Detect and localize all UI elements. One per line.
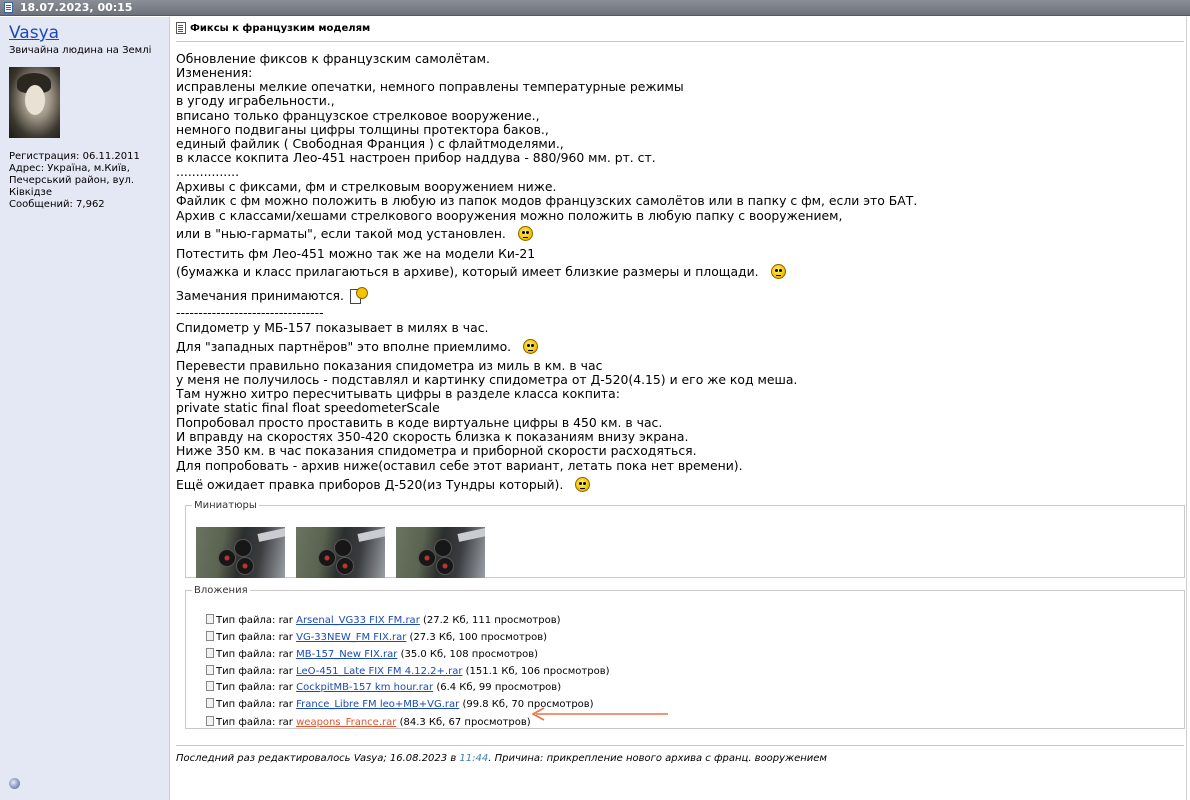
post-line: (бумажка и класс прилагаються в архиве),… bbox=[176, 264, 786, 279]
smiley-icon bbox=[575, 477, 591, 492]
post-line: в классе кокпита Лео-451 настроен прибор… bbox=[176, 150, 656, 165]
file-type-icon bbox=[206, 665, 214, 675]
post-line: Для попробовать - архив ниже(оставил себ… bbox=[176, 458, 743, 473]
user-info-registration: Регистрация: 06.11.2011 bbox=[9, 151, 140, 162]
post-line: или в "нью-гарматы", если такой мод уста… bbox=[176, 226, 533, 241]
attachment-link[interactable]: LeO-451_Late FIX FM 4.12.2+.rar bbox=[296, 666, 462, 677]
post-line: ................ bbox=[176, 164, 240, 179]
user-title: Звичайна людина на Землі bbox=[9, 45, 152, 56]
attachment-link[interactable]: CockpitMB-157 km hour.rar bbox=[296, 682, 433, 693]
file-type-icon bbox=[206, 716, 214, 726]
post-header: 18.07.2023, 00:15 bbox=[0, 0, 1190, 16]
post-line: Ниже 350 км. в час показания спидометра … bbox=[176, 443, 697, 458]
post-line: в угоду играбельности., bbox=[176, 93, 335, 108]
post-line-text: Замечания принимаются. bbox=[176, 288, 344, 303]
post-date: 18.07.2023, 00:15 bbox=[19, 1, 133, 14]
user-info-posts: Сообщений: 7,962 bbox=[9, 199, 105, 210]
user-sidebar: Vasya Звичайна людина на Землі Регистрац… bbox=[0, 17, 170, 800]
file-type-icon bbox=[206, 631, 214, 641]
divider bbox=[176, 41, 1184, 42]
file-type-icon bbox=[206, 648, 214, 658]
file-type-icon bbox=[206, 681, 214, 691]
user-info-address-2: Печерський район, вул. bbox=[9, 175, 135, 186]
attachments-box: Вложения Тип файла: rar Arsenal_VG33 FIX… bbox=[185, 585, 1185, 729]
smiley-icon bbox=[770, 264, 786, 279]
post-line: --------------------------------- bbox=[176, 305, 324, 320]
thumbnail-image[interactable] bbox=[396, 527, 485, 578]
username-link[interactable]: Vasya bbox=[9, 23, 59, 43]
user-info: Регистрация: 06.11.2011 Адрес: Україна, … bbox=[9, 151, 159, 211]
post-line: Файлик с фм можно положить в любую из па… bbox=[176, 193, 918, 208]
attachment-row: Тип файла: rar weapons_France.rar (84.3 … bbox=[206, 716, 531, 730]
edit-note: Последний раз редактировалось Vasya; 16.… bbox=[176, 753, 827, 764]
attachment-link[interactable]: MB-157_New FIX.rar bbox=[296, 649, 397, 660]
user-info-address: Адрес: Україна, м.Київ, bbox=[9, 163, 130, 174]
post-line: Ещё ожидает правка приборов Д-520(из Тун… bbox=[176, 477, 591, 492]
attachment-row: Тип файла: rar VG-33NEW_FM FIX.rar (27.3… bbox=[206, 631, 547, 645]
post-line-text: Ещё ожидает правка приборов Д-520(из Тун… bbox=[176, 477, 564, 492]
post-line: Замечания принимаются. bbox=[176, 287, 368, 307]
attachment-link[interactable]: France_Libre FM leo+MB+VG.rar bbox=[296, 699, 459, 710]
page-border bbox=[1186, 17, 1190, 800]
notepad-smiley-icon bbox=[349, 287, 368, 307]
attachment-link[interactable]: VG-33NEW_FM FIX.rar bbox=[296, 632, 406, 643]
post-line: private static final float speedometerSc… bbox=[176, 400, 440, 415]
attachment-link[interactable]: Arsenal_VG33 FIX FM.rar bbox=[296, 615, 420, 626]
post-icon bbox=[4, 2, 13, 13]
post-line: Потестить фм Лео-451 можно так же на мод… bbox=[176, 246, 536, 261]
divider bbox=[176, 745, 1184, 746]
user-info-address-3: Ківкідзе bbox=[9, 187, 52, 198]
post-line-text: Для "западных партнёров" это вполне прие… bbox=[176, 339, 512, 354]
file-type-icon bbox=[206, 614, 214, 624]
online-status-icon bbox=[9, 778, 20, 789]
thumbnails-legend: Миниатюры bbox=[194, 500, 257, 511]
thumbnails-box: Миниатюры bbox=[185, 500, 1185, 578]
post-line: Архив с классами/хешами стрелкового воор… bbox=[176, 208, 843, 223]
file-type-icon bbox=[206, 698, 214, 708]
thumbnail-image[interactable] bbox=[296, 527, 385, 578]
attachment-row: Тип файла: rar MB-157_New FIX.rar (35.0 … bbox=[206, 648, 538, 662]
highlight-arrow-icon bbox=[531, 707, 668, 721]
attachments-legend: Вложения bbox=[194, 585, 248, 596]
thumbnail-image[interactable] bbox=[196, 527, 285, 578]
attachment-row: Тип файла: rar CockpitMB-157 km hour.rar… bbox=[206, 681, 561, 695]
attachment-row: Тип файла: rar LeO-451_Late FIX FM 4.12.… bbox=[206, 665, 610, 679]
post-title: Фиксы к французким моделям bbox=[176, 22, 370, 34]
smiley-icon bbox=[517, 226, 533, 241]
post-line: Спидометр у МБ-157 показывает в милях в … bbox=[176, 320, 489, 335]
attachment-row: Тип файла: rar Arsenal_VG33 FIX FM.rar (… bbox=[206, 614, 561, 628]
post-title-text: Фиксы к французким моделям bbox=[190, 23, 371, 34]
smiley-icon bbox=[523, 339, 539, 354]
avatar[interactable] bbox=[9, 67, 60, 138]
attachment-link-highlighted[interactable]: weapons_France.rar bbox=[296, 717, 396, 728]
post-line-text: или в "нью-гарматы", если такой мод уста… bbox=[176, 226, 506, 241]
message-icon bbox=[176, 22, 186, 34]
post-line: Для "западных партнёров" это вполне прие… bbox=[176, 339, 539, 354]
post-line-text: (бумажка и класс прилагаються в архиве),… bbox=[176, 264, 759, 279]
